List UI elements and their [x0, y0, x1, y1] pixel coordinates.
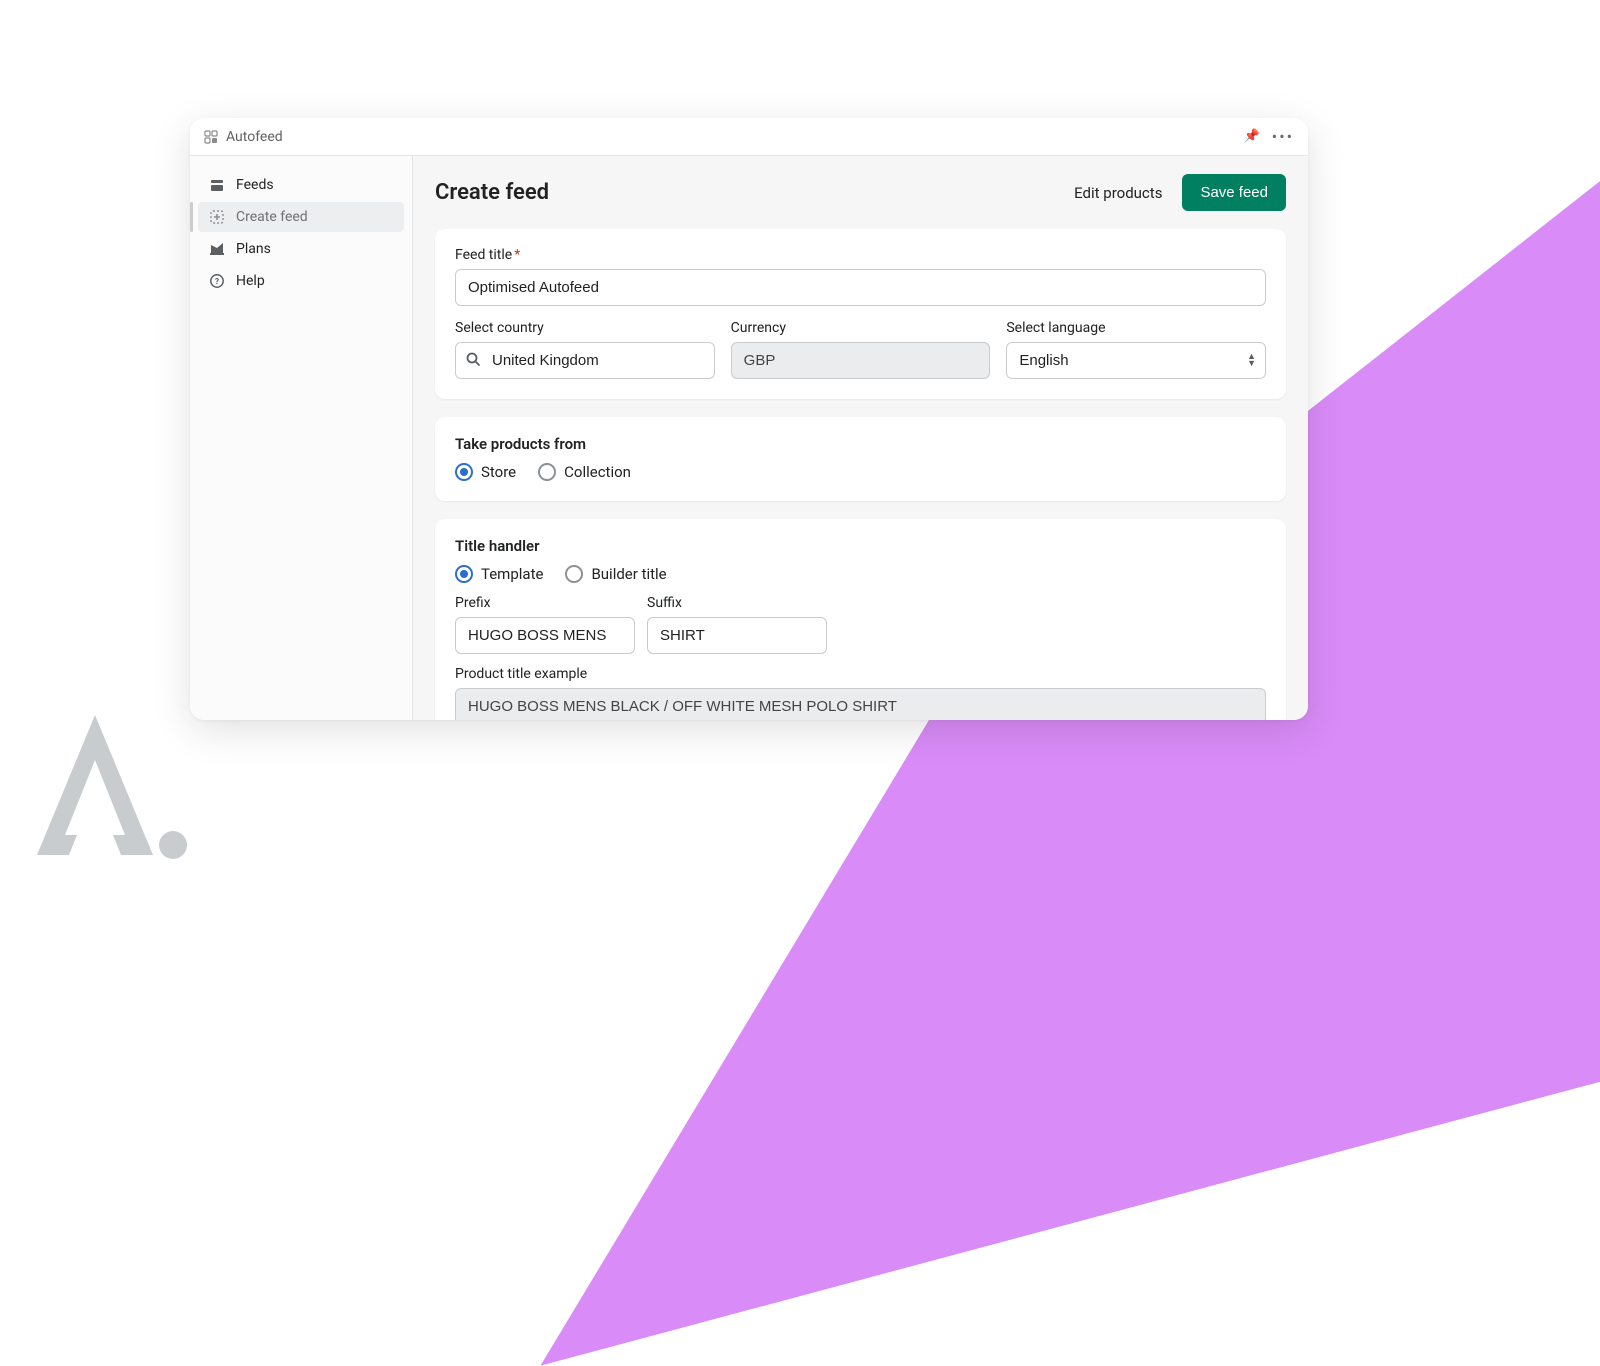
sidebar-item-label: Feeds	[236, 177, 274, 193]
example-output	[455, 688, 1266, 720]
radio-icon	[565, 565, 583, 583]
radio-icon	[455, 565, 473, 583]
plans-icon	[208, 240, 226, 258]
feed-title-input[interactable]	[455, 269, 1266, 306]
help-icon: ?	[208, 272, 226, 290]
currency-label: Currency	[731, 320, 991, 336]
search-icon	[465, 351, 481, 371]
sidebar-item-feeds[interactable]: Feeds	[198, 170, 404, 200]
prefix-input[interactable]	[455, 617, 635, 654]
titlebar: Autofeed 📌 •••	[190, 118, 1308, 156]
sidebar-item-create-feed[interactable]: Create feed	[198, 202, 404, 232]
radio-label: Store	[481, 463, 516, 481]
pin-icon[interactable]: 📌	[1244, 129, 1260, 144]
country-input[interactable]	[455, 342, 715, 379]
brand-logo	[25, 705, 195, 875]
feed-title-label: Feed title*	[455, 247, 1266, 263]
chevron-updown-icon: ▲▼	[1247, 354, 1256, 368]
create-feed-icon	[208, 208, 226, 226]
sidebar-item-label: Help	[236, 273, 265, 289]
sidebar-item-label: Plans	[236, 241, 271, 257]
language-select[interactable]	[1006, 342, 1266, 379]
edit-products-button[interactable]: Edit products	[1074, 184, 1162, 202]
radio-icon	[455, 463, 473, 481]
card-basic-settings: Feed title* Select country	[435, 229, 1286, 399]
app-icon	[204, 130, 218, 144]
radio-template[interactable]: Template	[455, 565, 543, 583]
language-label: Select language	[1006, 320, 1266, 336]
app-name: Autofeed	[226, 129, 283, 145]
page-header: Create feed Edit products Save feed	[435, 174, 1286, 211]
radio-label: Collection	[564, 463, 631, 481]
save-feed-button[interactable]: Save feed	[1182, 174, 1286, 211]
suffix-input[interactable]	[647, 617, 827, 654]
required-mark: *	[514, 247, 520, 263]
radio-collection[interactable]: Collection	[538, 463, 631, 481]
feeds-icon	[208, 176, 226, 194]
card-title-handler: Title handler Template Builder title Pre…	[435, 519, 1286, 720]
card-product-source: Take products from Store Collection	[435, 417, 1286, 501]
country-label: Select country	[455, 320, 715, 336]
app-window: Autofeed 📌 ••• Feeds Create feed	[190, 118, 1308, 720]
more-icon[interactable]: •••	[1272, 127, 1294, 146]
suffix-label: Suffix	[647, 595, 827, 611]
page-title: Create feed	[435, 180, 549, 205]
radio-label: Builder title	[591, 565, 666, 583]
example-label: Product title example	[455, 666, 1266, 682]
prefix-label: Prefix	[455, 595, 635, 611]
sidebar-item-label: Create feed	[236, 209, 308, 225]
svg-text:?: ?	[215, 277, 219, 286]
source-heading: Take products from	[455, 435, 1266, 453]
sidebar: Feeds Create feed Plans ? Help	[190, 156, 413, 720]
sidebar-item-help[interactable]: ? Help	[198, 266, 404, 296]
main-content: Create feed Edit products Save feed Feed…	[413, 156, 1308, 720]
radio-icon	[538, 463, 556, 481]
radio-store[interactable]: Store	[455, 463, 516, 481]
title-handler-heading: Title handler	[455, 537, 1266, 555]
radio-label: Template	[481, 565, 543, 583]
sidebar-item-plans[interactable]: Plans	[198, 234, 404, 264]
currency-input	[731, 342, 991, 379]
radio-builder-title[interactable]: Builder title	[565, 565, 666, 583]
